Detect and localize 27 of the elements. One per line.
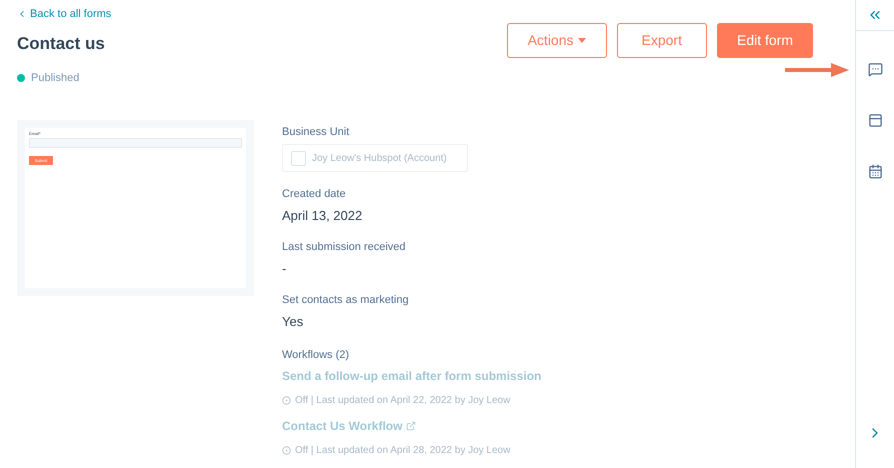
- business-unit-label: Business Unit: [282, 124, 350, 140]
- export-button[interactable]: Export: [616, 23, 707, 58]
- page-title: Contact us: [17, 32, 106, 54]
- status-icon: [282, 446, 291, 454]
- detail-value: -: [282, 260, 288, 278]
- status-label: Published: [31, 71, 80, 86]
- arrow-icon: [785, 62, 849, 78]
- window-icon[interactable]: [868, 113, 882, 128]
- business-unit-value: Joy Leow's Hubspot (Account): [312, 152, 447, 166]
- detail-value: Yes: [282, 312, 304, 330]
- actions-dropdown-button[interactable]: Actions: [506, 23, 607, 58]
- workflow-meta: Off | Last updated on April 28, 2022 by Joy Leow: [295, 444, 510, 458]
- edit-form-button[interactable]: Edit form: [716, 23, 813, 58]
- caret-icon: [578, 38, 586, 43]
- back-link[interactable]: Back to all forms: [17, 6, 112, 22]
- external-link-icon: [406, 420, 416, 430]
- workflow-link[interactable]: Send a follow-up email after form submission: [282, 366, 542, 384]
- detail-label: Created date: [282, 187, 347, 202]
- status-icon: [282, 396, 291, 404]
- detail-value: April 13, 2022: [282, 206, 364, 225]
- workflow-link[interactable]: Contact Us Workflow: [282, 416, 402, 434]
- calendar-icon[interactable]: [868, 164, 882, 179]
- workflow-meta: Off | Last updated on April 22, 2022 by Joy Leow: [295, 394, 510, 408]
- detail-label: Last submission received: [282, 240, 407, 255]
- chat-icon[interactable]: [868, 62, 882, 77]
- workflows-label: Workflows (2): [282, 348, 350, 363]
- detail-label: Set contacts as marketing: [282, 293, 410, 308]
